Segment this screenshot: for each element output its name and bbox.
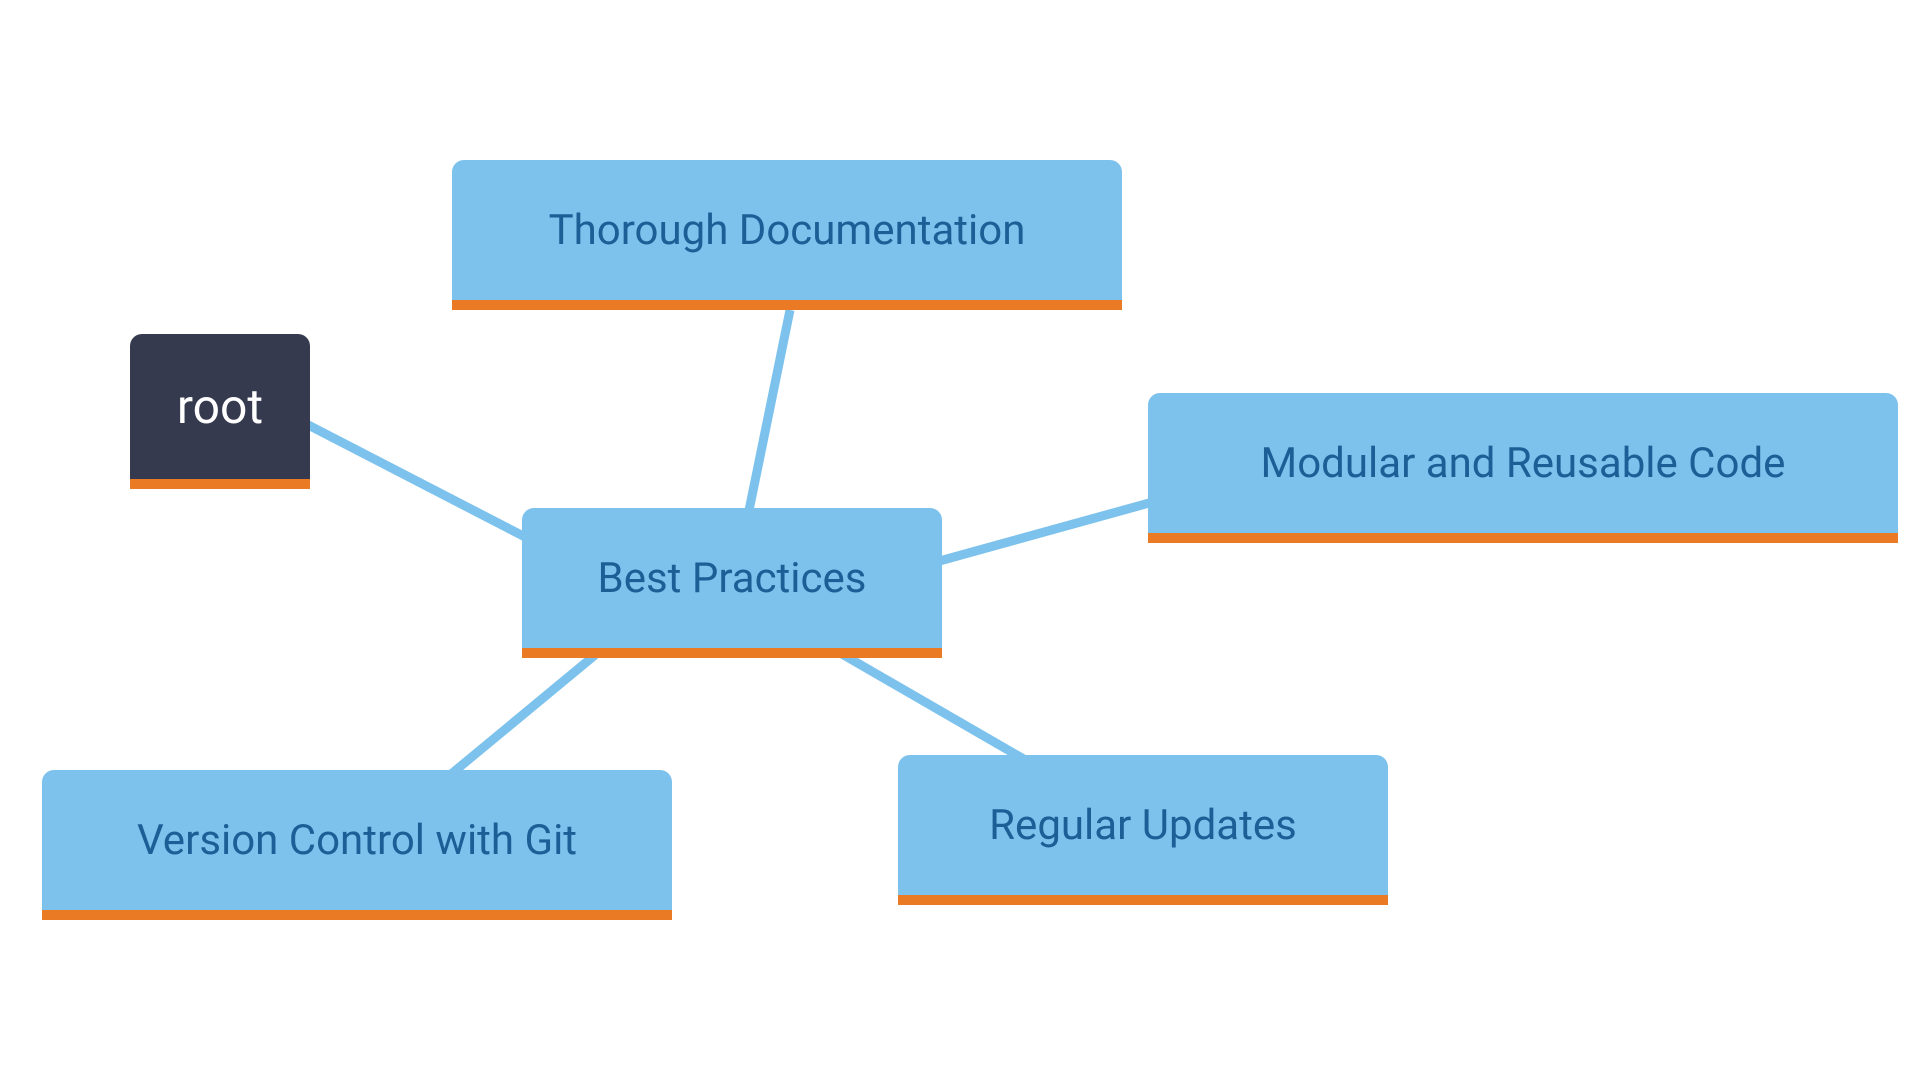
node-best-practices[interactable]: Best Practices	[522, 508, 942, 658]
node-center-label: Best Practices	[598, 554, 867, 603]
node-bottomleft-label: Version Control with Git	[137, 816, 577, 865]
edge-center-top	[745, 310, 790, 530]
node-root-label: root	[177, 378, 263, 435]
node-root[interactable]: root	[130, 334, 310, 489]
edge-center-right	[925, 500, 1160, 565]
node-thorough-documentation[interactable]: Thorough Documentation	[452, 160, 1122, 310]
node-version-control-git[interactable]: Version Control with Git	[42, 770, 672, 920]
node-right-label: Modular and Reusable Code	[1261, 439, 1786, 488]
node-regular-updates[interactable]: Regular Updates	[898, 755, 1388, 905]
mindmap-canvas: root Best Practices Thorough Documentati…	[0, 0, 1920, 1080]
node-bottomright-label: Regular Updates	[989, 801, 1297, 850]
edge-root-center	[285, 413, 560, 555]
edge-center-bottomleft	[450, 655, 595, 775]
node-modular-reusable-code[interactable]: Modular and Reusable Code	[1148, 393, 1898, 543]
node-top-label: Thorough Documentation	[549, 206, 1026, 255]
